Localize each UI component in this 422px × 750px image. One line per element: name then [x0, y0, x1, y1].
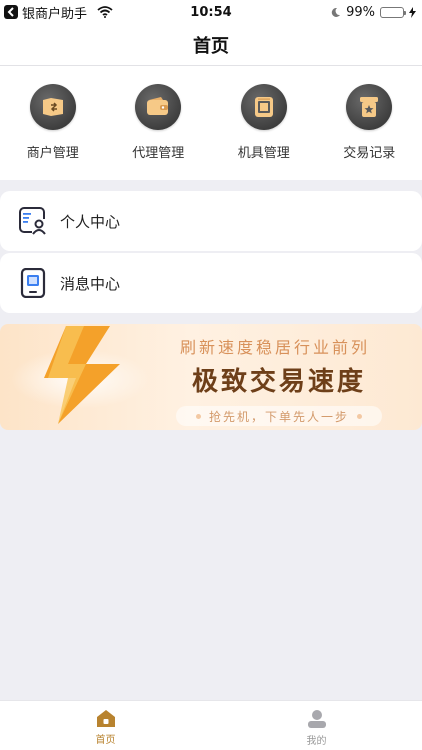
quick-item-label: 交易记录 — [343, 146, 396, 161]
wallet-icon — [135, 84, 182, 130]
pill-dot — [195, 413, 201, 419]
card-personal-center[interactable]: 个人中心 — [0, 191, 422, 251]
back-to-app-icon[interactable] — [4, 5, 18, 19]
status-right: 99% — [330, 5, 416, 20]
message-device-icon — [18, 268, 48, 298]
transaction-record-icon — [346, 84, 393, 130]
banner-tagline: 抢先机，下单先人一步 — [208, 409, 349, 424]
banner-tagline-pill: 抢先机，下单先人一步 — [176, 406, 382, 426]
pill-dot — [357, 413, 362, 419]
quick-item-transactions[interactable]: 交易记录 — [324, 84, 414, 180]
charging-icon — [409, 6, 416, 18]
battery-percent: 99% — [346, 4, 375, 20]
nav-bar: 首页 — [0, 24, 422, 66]
card-label: 个人中心 — [60, 212, 121, 231]
pos-terminal-icon — [240, 84, 287, 130]
carrier-label[interactable]: 银商户助手 — [22, 3, 87, 22]
tab-home[interactable]: 首页 — [0, 701, 211, 750]
tab-bar: 首页 我的 — [0, 700, 422, 750]
merchant-icon — [29, 84, 76, 130]
quick-item-label: 商户管理 — [26, 146, 79, 161]
tab-mine[interactable]: 我的 — [211, 701, 422, 750]
home-icon — [96, 710, 115, 727]
moon-icon — [331, 7, 341, 17]
quick-item-terminal[interactable]: 机具管理 — [219, 84, 309, 180]
user-icon — [307, 710, 326, 728]
status-bar: 银商户助手 10:54 99% — [0, 0, 422, 24]
status-left: 银商户助手 — [0, 3, 113, 22]
profile-card-icon — [18, 206, 48, 236]
card-label: 消息中心 — [60, 274, 121, 293]
banner-subtitle: 刷新速度稳居行业前列 — [180, 338, 371, 357]
wifi-icon — [97, 6, 113, 18]
quick-item-label: 代理管理 — [132, 146, 185, 161]
tab-label: 首页 — [95, 735, 116, 746]
quick-menu: 商户管理 代理管理 机具管理 交易记录 — [0, 66, 422, 180]
promo-banner[interactable]: 刷新速度稳居行业前列 极致交易速度 抢先机，下单先人一步 — [0, 324, 422, 430]
banner-title: 极致交易速度 — [192, 367, 367, 397]
battery-icon — [380, 6, 406, 18]
quick-item-merchant[interactable]: 商户管理 — [8, 84, 98, 180]
quick-item-label: 机具管理 — [237, 146, 290, 161]
quick-item-agent[interactable]: 代理管理 — [113, 84, 203, 180]
lightning-icon — [44, 326, 120, 424]
page-title: 首页 — [193, 35, 229, 57]
card-message-center[interactable]: 消息中心 — [0, 253, 422, 313]
tab-label: 我的 — [306, 736, 327, 747]
